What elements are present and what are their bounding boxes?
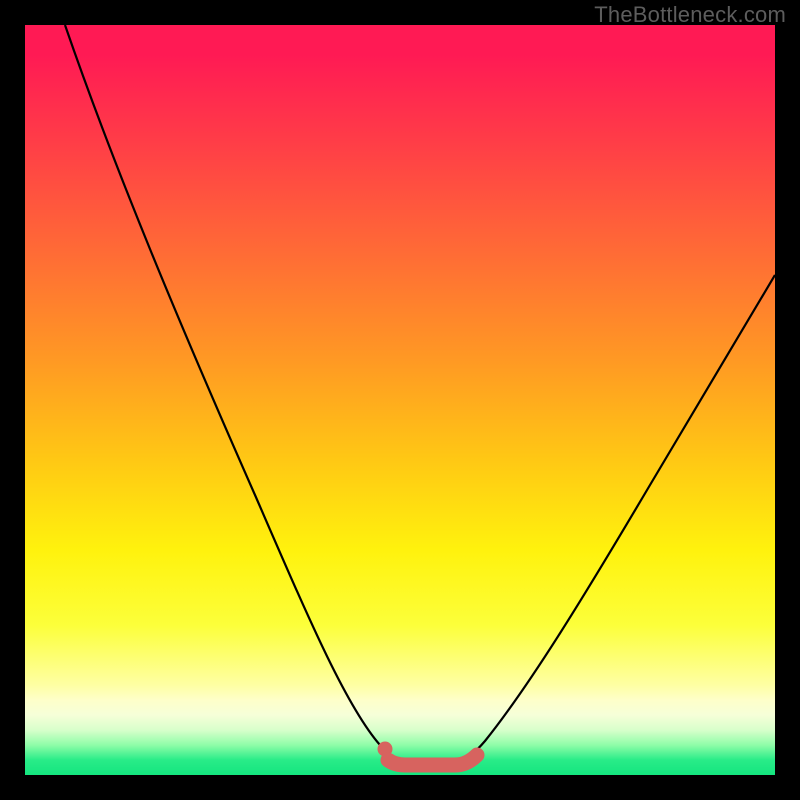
curve-layer [25,25,775,775]
watermark-text: TheBottleneck.com [594,2,786,28]
bottleneck-curve [65,25,775,764]
sweet-spot-start-dot [378,742,393,757]
sweet-spot-marker [388,755,477,765]
gradient-plot-area [25,25,775,775]
chart-frame: TheBottleneck.com [0,0,800,800]
